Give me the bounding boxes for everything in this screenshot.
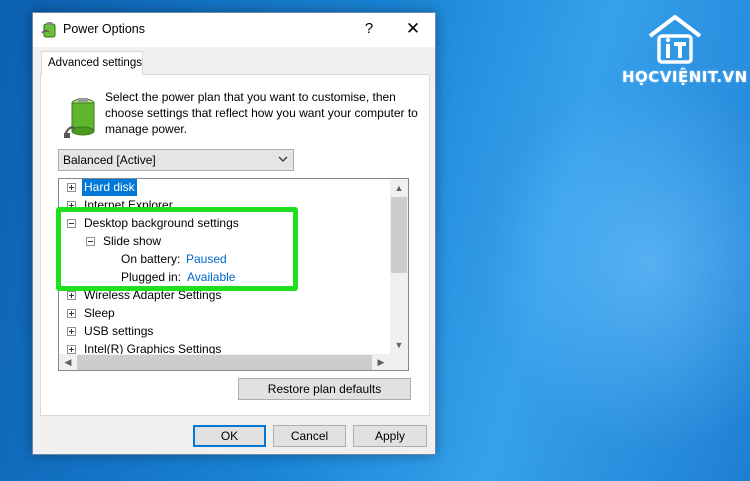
title-bar[interactable]: Power Options ? ✕ xyxy=(33,13,435,47)
cancel-button[interactable]: Cancel xyxy=(273,425,346,447)
tree-item-label: Intel(R) Graphics Settings xyxy=(84,342,222,354)
highlight-box xyxy=(56,207,298,291)
power-options-icon xyxy=(41,22,56,38)
house-it-icon xyxy=(648,15,702,64)
horizontal-scroll-thumb[interactable] xyxy=(77,355,372,370)
tab-advanced-settings[interactable]: Advanced settings xyxy=(41,51,143,75)
battery-plug-icon xyxy=(64,98,95,138)
restore-plan-defaults-button[interactable]: Restore plan defaults xyxy=(238,378,411,400)
scroll-left-icon[interactable]: ◀ xyxy=(59,354,77,370)
scroll-right-icon[interactable]: ▶ xyxy=(372,354,390,370)
horizontal-scrollbar[interactable]: ◀ ▶ xyxy=(59,354,390,370)
apply-button[interactable]: Apply xyxy=(353,425,427,447)
plan-description: Select the power plan that you want to c… xyxy=(105,90,418,136)
tree-item-label: Hard disk xyxy=(82,179,137,196)
expand-icon[interactable] xyxy=(67,345,76,354)
watermark-text: HỌCVIỆNIT.VN xyxy=(622,68,748,86)
scroll-up-icon[interactable]: ▲ xyxy=(390,179,408,197)
chevron-down-icon xyxy=(278,156,288,162)
window-title: Power Options xyxy=(63,22,145,36)
expand-icon[interactable] xyxy=(67,183,76,192)
tree-item-label: USB settings xyxy=(84,324,154,338)
vertical-scrollbar[interactable]: ▲ ▼ xyxy=(390,179,408,354)
help-button[interactable]: ? xyxy=(347,13,391,45)
expand-icon[interactable] xyxy=(67,291,76,300)
vertical-scroll-thumb[interactable] xyxy=(391,197,407,273)
watermark-logo: HỌCVIỆNIT.VN xyxy=(620,14,748,94)
scrollbar-corner xyxy=(390,354,408,370)
ok-button[interactable]: OK xyxy=(193,425,266,447)
tree-item-label: Sleep xyxy=(84,306,115,320)
close-button[interactable]: ✕ xyxy=(391,13,435,45)
scroll-down-icon[interactable]: ▼ xyxy=(390,336,408,354)
power-plan-value: Balanced [Active] xyxy=(63,153,156,167)
power-plan-dropdown[interactable]: Balanced [Active] xyxy=(58,149,294,171)
expand-icon[interactable] xyxy=(67,309,76,318)
expand-icon[interactable] xyxy=(67,327,76,336)
